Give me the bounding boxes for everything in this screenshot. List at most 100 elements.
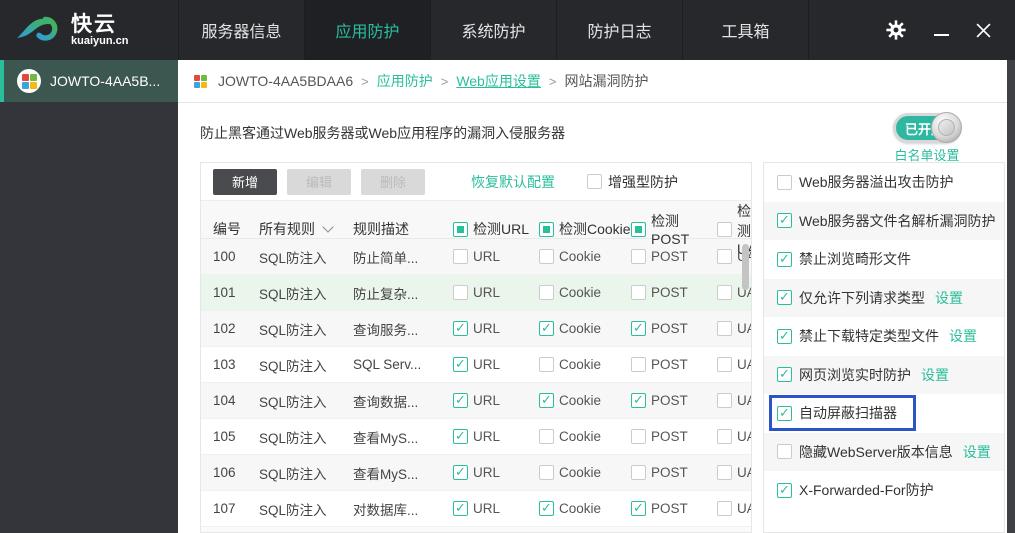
- setting-item[interactable]: ✓ 网页浏览实时防护 设置: [764, 355, 1004, 394]
- window-body: JOWTO-4AA5B... JOWTO-4AA5BDAA6 > 应用防护 > Web应…: [0, 60, 1015, 533]
- table-row[interactable]: 107 SQL防注入 对数据库... ✓ URL ✓ Cookie ✓ POST UA: [201, 491, 751, 527]
- checkbox[interactable]: [717, 285, 732, 300]
- check-icon: ✓: [779, 250, 790, 266]
- breadcrumb-item[interactable]: 应用防护: [377, 71, 433, 91]
- rules-panel: 新增 编辑 删除 恢复默认配置 增强型防护 编号 所有规则 规则描述 检测URL 检测C…: [200, 162, 752, 533]
- checkbox[interactable]: ✓: [453, 501, 468, 516]
- check-icon: ✓: [779, 366, 790, 382]
- checkbox[interactable]: [717, 221, 732, 237]
- checkbox[interactable]: [631, 429, 646, 444]
- checkbox[interactable]: ✓: [631, 501, 646, 516]
- setting-item[interactable]: ✓ Web服务器文件名解析漏洞防护: [764, 201, 1004, 240]
- checkbox[interactable]: [631, 357, 646, 372]
- page-description: 防止黑客通过Web服务器或Web应用程序的漏洞入侵服务器: [200, 125, 566, 141]
- checkbox[interactable]: [717, 393, 732, 408]
- sidebar: JOWTO-4AA5B...: [0, 60, 178, 533]
- checkbox[interactable]: [717, 429, 732, 444]
- breadcrumb-item[interactable]: Web应用设置: [456, 71, 541, 91]
- enhanced-protection-option[interactable]: 增强型防护: [587, 172, 678, 192]
- checkbox[interactable]: ✓: [539, 321, 554, 336]
- setting-item[interactable]: ✓ 仅允许下列请求类型 设置: [764, 278, 1004, 317]
- setting-inner: Web服务器溢出攻击防护: [777, 172, 954, 192]
- breadcrumb-separator: >: [548, 73, 557, 89]
- protection-toggle[interactable]: 已开启: [893, 112, 962, 143]
- minimize-icon[interactable]: [934, 24, 949, 36]
- checkbox[interactable]: [453, 249, 468, 264]
- setting-item[interactable]: ✓ 自动屏蔽扫描器: [764, 394, 1004, 433]
- checkbox[interactable]: ✓: [539, 501, 554, 516]
- checkbox[interactable]: ✓: [777, 366, 792, 383]
- check-label: Cookie: [559, 501, 602, 516]
- cell-post: POST: [631, 285, 717, 300]
- sidebar-item-server[interactable]: JOWTO-4AA5B...: [0, 60, 178, 102]
- table-row[interactable]: 105 SQL防注入 查看MyS... ✓ URL Cookie POST UA: [201, 419, 751, 455]
- checkbox[interactable]: ✓: [453, 321, 468, 336]
- checkbox[interactable]: [717, 465, 732, 480]
- checkbox[interactable]: [539, 221, 554, 237]
- checkbox[interactable]: [539, 429, 554, 444]
- nav-item[interactable]: 工具箱: [682, 0, 809, 60]
- checkbox[interactable]: [587, 174, 602, 189]
- checkbox[interactable]: [631, 249, 646, 264]
- checkbox[interactable]: [717, 357, 732, 372]
- checkbox[interactable]: ✓: [631, 393, 646, 408]
- checkbox[interactable]: ✓: [453, 429, 468, 444]
- checkbox[interactable]: ✓: [777, 328, 792, 344]
- checkbox[interactable]: ✓: [631, 321, 646, 336]
- checkbox[interactable]: ✓: [777, 482, 792, 498]
- close-icon[interactable]: [976, 22, 991, 38]
- checkbox[interactable]: [717, 249, 732, 264]
- table-scrollbar[interactable]: [742, 244, 749, 290]
- checkbox[interactable]: ✓: [777, 213, 792, 229]
- toggle-knob[interactable]: [931, 112, 962, 143]
- restore-defaults-link[interactable]: 恢复默认配置: [471, 172, 555, 192]
- nav-item[interactable]: 防护日志: [556, 0, 682, 60]
- checkbox[interactable]: ✓: [777, 405, 792, 421]
- nav-item[interactable]: 系统防护: [430, 0, 556, 60]
- checkbox[interactable]: [631, 465, 646, 480]
- setting-item[interactable]: ✓ 禁止浏览畸形文件: [764, 240, 1004, 279]
- checkbox[interactable]: [777, 444, 792, 460]
- checkbox[interactable]: [539, 249, 554, 264]
- edit-button[interactable]: 编辑: [287, 168, 351, 195]
- settings-link[interactable]: 设置: [963, 442, 991, 462]
- checkbox[interactable]: [539, 285, 554, 300]
- setting-item[interactable]: Web服务器溢出攻击防护: [764, 163, 1004, 202]
- settings-link[interactable]: 设置: [921, 365, 949, 385]
- window-right-scrollbar[interactable]: [1007, 60, 1015, 533]
- settings-link[interactable]: 设置: [935, 288, 963, 308]
- checkbox[interactable]: [717, 321, 732, 336]
- checkbox[interactable]: ✓: [539, 393, 554, 408]
- checkbox[interactable]: [717, 501, 732, 516]
- checkbox[interactable]: [539, 357, 554, 372]
- checkbox[interactable]: ✓: [777, 250, 792, 267]
- delete-button[interactable]: 删除: [361, 168, 425, 195]
- table-row[interactable]: 102 SQL防注入 查询服务... ✓ URL ✓ Cookie ✓ POST UA: [201, 311, 751, 347]
- table-row[interactable]: 104 SQL防注入 查询数据... ✓ URL ✓ Cookie ✓ POST UA: [201, 383, 751, 419]
- checkbox[interactable]: [453, 285, 468, 300]
- setting-item[interactable]: ✓ 禁止下载特定类型文件 设置: [764, 317, 1004, 356]
- setting-item[interactable]: ✓ X-Forwarded-For防护: [764, 471, 1004, 510]
- checkbox[interactable]: ✓: [777, 290, 792, 306]
- settings-gear-icon[interactable]: [885, 19, 907, 41]
- cell-rule: SQL防注入: [259, 466, 327, 482]
- checkbox[interactable]: ✓: [453, 393, 468, 408]
- table-row[interactable]: 106 SQL防注入 查看MyS... ✓ URL Cookie POST UA: [201, 455, 751, 491]
- setting-label: 禁止浏览畸形文件: [799, 251, 911, 268]
- checkbox[interactable]: [777, 174, 792, 190]
- setting-label: Web服务器溢出攻击防护: [799, 174, 954, 191]
- column-header-rule-filter[interactable]: 所有规则: [259, 219, 353, 239]
- add-button[interactable]: 新增: [213, 168, 277, 195]
- table-row[interactable]: 103 SQL防注入 SQL Serv... ✓ URL Cookie POST UA: [201, 347, 751, 383]
- settings-link[interactable]: 设置: [949, 326, 977, 346]
- checkbox[interactable]: [631, 285, 646, 300]
- nav-item[interactable]: 应用防护: [304, 0, 430, 60]
- checkbox[interactable]: ✓: [453, 465, 468, 480]
- checkbox[interactable]: [453, 221, 468, 237]
- setting-item[interactable]: 隐藏WebServer版本信息 设置: [764, 432, 1004, 471]
- table-row[interactable]: 101SQL防注入防止复杂...URLCookiePOSTUA: [201, 275, 751, 311]
- checkbox[interactable]: ✓: [453, 357, 468, 372]
- checkbox[interactable]: [539, 465, 554, 480]
- checkbox[interactable]: [631, 221, 646, 237]
- nav-item[interactable]: 服务器信息: [178, 0, 304, 60]
